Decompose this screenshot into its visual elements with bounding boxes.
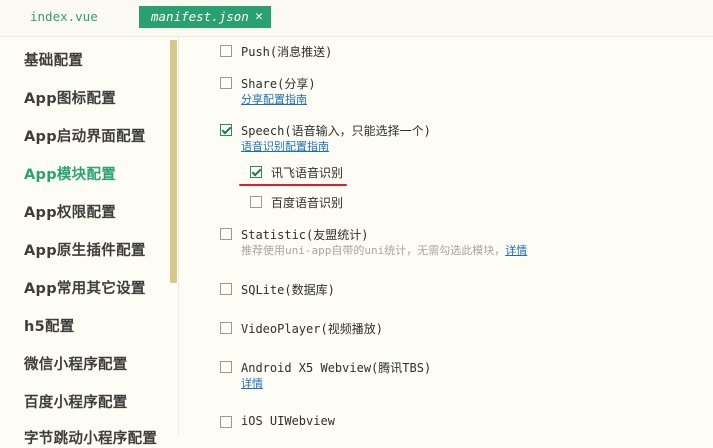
tab-label: manifest.json — [151, 9, 249, 24]
close-icon[interactable]: ✕ — [255, 6, 263, 28]
speech-checkbox[interactable] — [220, 124, 232, 136]
sidebar-item-app-other-settings[interactable]: App常用其它设置 — [24, 277, 146, 298]
module-config-panel: Push(消息推送) Share(分享) 分享配置指南 Speech(语音输入，… — [179, 37, 713, 435]
editor-tab-bar: index.vue manifest.json ✕ — [0, 0, 713, 37]
push-label: Push(消息推送) — [241, 45, 333, 59]
sidebar-item-h5[interactable]: h5配置 — [24, 315, 75, 336]
x5-webview-label: Android X5 Webview(腾讯TBS) — [241, 361, 432, 375]
uiwebview-label: iOS UIWebview — [241, 414, 335, 428]
share-label: Share(分享) — [241, 77, 316, 91]
speech-baidu-checkbox[interactable] — [250, 196, 262, 208]
statistic-checkbox[interactable] — [220, 228, 232, 240]
statistic-hint-text: 推荐使用uni-app自带的uni统计，无需勾选此模块， — [241, 244, 506, 257]
sidebar-item-basic[interactable]: 基础配置 — [24, 49, 83, 70]
sidebar-scrollbar[interactable] — [170, 40, 177, 283]
x5-detail-link[interactable]: 详情 — [241, 375, 263, 391]
x5-webview-checkbox[interactable] — [220, 361, 232, 373]
sidebar-item-baidu-mp[interactable]: 百度小程序配置 — [24, 391, 128, 412]
sidebar-item-app-permissions[interactable]: App权限配置 — [24, 201, 116, 222]
config-sidebar: 基础配置 App图标配置 App启动界面配置 App模块配置 App权限配置 A… — [0, 37, 179, 447]
videoplayer-label: VideoPlayer(视频播放) — [241, 322, 383, 336]
sidebar-item-toutiao-mp[interactable]: 字节跳动小程序配置 — [24, 427, 157, 448]
sqlite-checkbox[interactable] — [220, 283, 232, 295]
sidebar-item-weixin-mp[interactable]: 微信小程序配置 — [24, 353, 128, 374]
share-guide-link[interactable]: 分享配置指南 — [241, 91, 307, 107]
uiwebview-checkbox[interactable] — [220, 416, 232, 428]
share-checkbox[interactable] — [220, 77, 232, 89]
speech-xunfei-checkbox[interactable] — [250, 166, 262, 178]
statistic-hint: 推荐使用uni-app自带的uni统计，无需勾选此模块，详情 — [241, 242, 527, 258]
sidebar-item-app-native-plugins[interactable]: App原生插件配置 — [24, 239, 146, 260]
tab-manifest-json[interactable]: manifest.json ✕ — [139, 6, 271, 28]
statistic-detail-link[interactable]: 详情 — [505, 244, 527, 257]
sidebar-item-app-splash[interactable]: App启动界面配置 — [24, 125, 146, 146]
push-checkbox[interactable] — [220, 45, 232, 57]
sqlite-label: SQLite(数据库) — [241, 283, 335, 297]
sidebar-item-app-modules[interactable]: App模块配置 — [24, 163, 116, 184]
speech-guide-link[interactable]: 语音识别配置指南 — [241, 138, 329, 154]
statistic-label: Statistic(友盟统计) — [241, 228, 369, 242]
speech-label: Speech(语音输入，只能选择一个) — [241, 124, 431, 138]
speech-baidu-label: 百度语音识别 — [271, 196, 344, 210]
speech-xunfei-label: 讯飞语音识别 — [271, 166, 344, 180]
videoplayer-checkbox[interactable] — [220, 322, 232, 334]
annotation-underline — [239, 184, 347, 186]
tab-index-vue[interactable]: index.vue — [30, 6, 98, 28]
sidebar-item-app-icon[interactable]: App图标配置 — [24, 87, 116, 108]
tab-label: index.vue — [30, 9, 98, 24]
